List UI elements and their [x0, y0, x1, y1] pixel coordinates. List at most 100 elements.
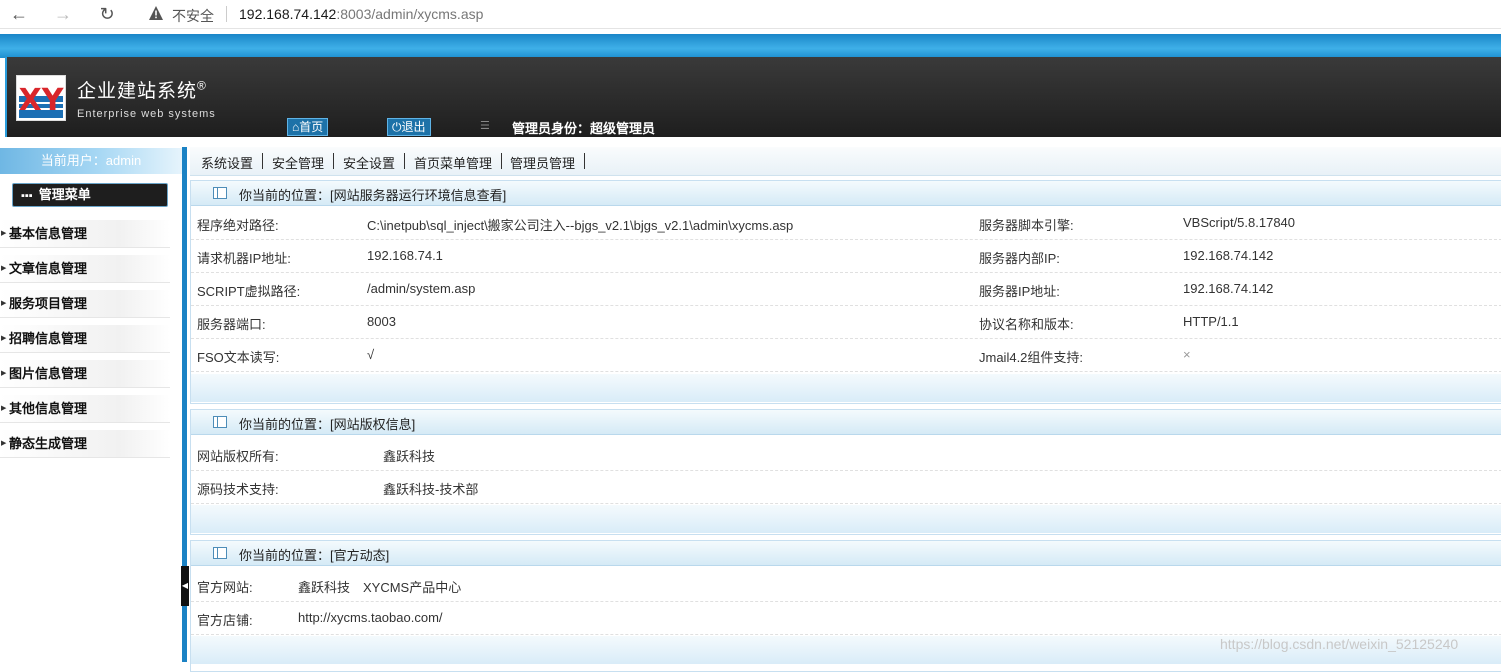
table-row: 源码技术支持: 鑫跃科技-技术部	[191, 471, 1501, 504]
field-label: 程序绝对路径:	[197, 218, 279, 233]
header-bar	[5, 57, 1501, 137]
menu-separator	[501, 153, 502, 169]
table-row: 请求机器IP地址: 192.168.74.1 服务器内部IP: 192.168.…	[191, 240, 1501, 273]
grid-icon: ▪▪▪	[21, 190, 33, 202]
tab-system-settings[interactable]: 系统设置	[201, 153, 253, 172]
menu-separator	[262, 153, 263, 169]
admin-menu-header[interactable]: ▪▪▪ 管理菜单	[12, 183, 168, 207]
panel-title-bar: 你当前的位置：[网站服务器运行环境信息查看]	[191, 181, 1501, 206]
field-value: 鑫跃科技	[383, 449, 436, 464]
panel-title: 你当前的位置：[网站服务器运行环境信息查看]	[239, 188, 507, 203]
field-label: 服务器脚本引擎:	[979, 218, 1074, 233]
power-icon: ⏻	[392, 120, 402, 134]
sidebar-item-static-gen[interactable]: ▶ 静态生成管理	[0, 430, 170, 458]
back-icon[interactable]: ←	[8, 3, 30, 25]
insecure-label[interactable]: 不安全	[172, 6, 214, 26]
field-value: ×	[1183, 347, 1191, 362]
brand-title-text: 企业建站系统	[77, 81, 198, 102]
panel-title-bar: 你当前的位置：[官方动态]	[191, 541, 1501, 566]
url-host: 192.168.74.142	[239, 6, 337, 22]
watermark: https://blog.csdn.net/weixin_52125240	[1220, 636, 1459, 652]
sidebar-item-label: 招聘信息管理	[9, 331, 88, 346]
field-label: FSO文本读写:	[197, 350, 280, 365]
panel-title-bar: 你当前的位置：[网站版权信息]	[191, 410, 1501, 435]
tab-home-menu[interactable]: 首页菜单管理	[414, 153, 492, 172]
sidebar-item-label: 静态生成管理	[9, 436, 88, 451]
table-row: 官方店铺: http://xycms.taobao.com/	[191, 602, 1501, 635]
panel-title: 你当前的位置：[官方动态]	[239, 548, 390, 563]
registered-mark: ®	[197, 78, 207, 93]
official-store-link[interactable]: http://xycms.taobao.com/	[298, 610, 443, 625]
url-path: :8003/admin/xycms.asp	[336, 6, 484, 22]
reload-icon[interactable]: ↻	[96, 3, 118, 25]
menu-title: 管理菜单	[38, 187, 91, 202]
sidebar-item-services[interactable]: ▶ 服务项目管理	[0, 290, 170, 318]
caret-right-icon: ▶	[1, 230, 7, 237]
field-label: 网站版权所有:	[197, 449, 279, 464]
sidebar-item-images[interactable]: ▶ 图片信息管理	[0, 360, 170, 388]
tab-security-management[interactable]: 安全管理	[272, 153, 324, 172]
caret-right-icon: ▶	[1, 405, 7, 412]
field-value: 8003	[367, 314, 396, 329]
table-row: 服务器端口: 8003 协议名称和版本: HTTP/1.1	[191, 306, 1501, 339]
field-value: 192.168.74.1	[367, 248, 443, 263]
official-news-panel: 你当前的位置：[官方动态] 官方网站: 鑫跃科技 XYCMS产品中心 官方店铺:…	[190, 540, 1501, 672]
field-label: 请求机器IP地址:	[197, 251, 291, 266]
logout-button[interactable]: ⏻退出	[387, 118, 431, 136]
field-value: VBScript/5.8.17840	[1183, 215, 1296, 230]
warning-icon[interactable]	[148, 5, 164, 21]
caret-right-icon: ▶	[1, 370, 7, 377]
list-icon: ☰	[480, 120, 490, 132]
table-row: FSO文本读写: √ Jmail4.2组件支持: ×	[191, 339, 1501, 372]
field-value: HTTP/1.1	[1183, 314, 1239, 329]
window-icon	[213, 416, 227, 428]
window-icon	[213, 187, 227, 199]
collapse-sidebar-icon[interactable]: ◀	[181, 566, 189, 606]
table-row: 网站版权所有: 鑫跃科技	[191, 438, 1501, 471]
panel-footer	[191, 374, 1501, 402]
field-label: 官方店铺:	[197, 613, 253, 628]
sidebar-item-other[interactable]: ▶ 其他信息管理	[0, 395, 170, 423]
brand-subtitle: Enterprise web systems	[77, 108, 216, 120]
sidebar-item-recruitment[interactable]: ▶ 招聘信息管理	[0, 325, 170, 353]
official-site-link[interactable]: 鑫跃科技 XYCMS产品中心	[298, 577, 461, 596]
window-icon	[213, 547, 227, 559]
field-label: 源码技术支持:	[197, 482, 279, 497]
admin-role: 管理员身份：超级管理员	[512, 121, 656, 136]
field-label: 官方网站:	[197, 580, 253, 595]
field-value: C:\inetpub\sql_inject\搬家公司注入--bjgs_v2.1\…	[367, 218, 794, 233]
logo: XY	[16, 75, 66, 121]
field-label: 协议名称和版本:	[979, 317, 1074, 332]
header-top-strip	[0, 34, 1501, 58]
table-row: SCRIPT虚拟路径: /admin/system.asp 服务器IP地址: 1…	[191, 273, 1501, 306]
home-button[interactable]: ⌂首页	[287, 118, 329, 136]
sidebar-item-basic-info[interactable]: ▶ 基本信息管理	[0, 220, 170, 248]
field-label: 服务器端口:	[197, 317, 266, 332]
field-value: √	[367, 347, 375, 362]
caret-right-icon: ▶	[1, 265, 7, 272]
tab-admin-management[interactable]: 管理员管理	[510, 153, 575, 172]
sidebar-item-label: 服务项目管理	[9, 296, 88, 311]
table-row: 程序绝对路径: C:\inetpub\sql_inject\搬家公司注入--bj…	[191, 207, 1501, 240]
copyright-panel: 你当前的位置：[网站版权信息] 网站版权所有: 鑫跃科技 源码技术支持: 鑫跃科…	[190, 409, 1501, 535]
field-label: 服务器IP地址:	[979, 284, 1060, 299]
sidebar-item-label: 其他信息管理	[9, 401, 88, 416]
table-row: 官方网站: 鑫跃科技 XYCMS产品中心	[191, 569, 1501, 602]
svg-text:XY: XY	[19, 83, 65, 118]
panel-title: 你当前的位置：[网站版权信息]	[239, 417, 416, 432]
current-user: 当前用户：admin	[0, 148, 182, 174]
sidebar-item-label: 图片信息管理	[9, 366, 88, 381]
address-bar[interactable]: 192.168.74.142:8003/admin/xycms.asp	[239, 6, 483, 22]
menu-separator	[584, 153, 585, 169]
menu-separator	[404, 153, 405, 169]
forward-icon[interactable]: →	[52, 3, 74, 25]
caret-right-icon: ▶	[1, 335, 7, 342]
home-label: 首页	[299, 120, 324, 134]
tab-security-settings[interactable]: 安全设置	[343, 153, 395, 172]
field-value: 鑫跃科技-技术部	[383, 482, 479, 497]
field-value: 192.168.74.142	[1183, 248, 1274, 263]
brand-title: 企业建站系统®	[77, 76, 207, 103]
server-info-panel: 你当前的位置：[网站服务器运行环境信息查看] 程序绝对路径: C:\inetpu…	[190, 180, 1501, 404]
sidebar-item-articles[interactable]: ▶ 文章信息管理	[0, 255, 170, 283]
address-divider	[226, 6, 227, 22]
